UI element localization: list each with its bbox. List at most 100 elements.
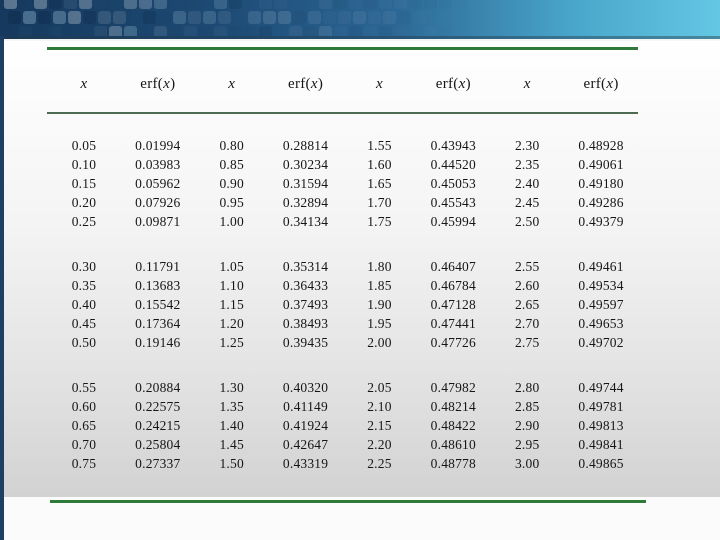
mosaic-tile bbox=[319, 26, 332, 36]
table-cell: 1.65 bbox=[367, 176, 392, 191]
table-cell: 0.25804 bbox=[135, 437, 181, 452]
table-cell: 0.49597 bbox=[578, 297, 624, 312]
table-cell: 1.75 bbox=[367, 214, 392, 229]
mosaic-tile bbox=[23, 11, 36, 24]
header-x: x bbox=[375, 75, 383, 92]
table-cell: 0.28814 bbox=[282, 138, 329, 153]
table-cell: 1.15 bbox=[219, 297, 244, 312]
mosaic-tile bbox=[8, 11, 21, 24]
mosaic-tile bbox=[184, 0, 197, 9]
mosaic-tile bbox=[113, 11, 126, 24]
mosaic-tile bbox=[394, 26, 407, 36]
table-cell: 2.85 bbox=[514, 399, 540, 414]
table-cell: 0.35314 bbox=[282, 259, 329, 274]
table-cell: 0.49813 bbox=[578, 418, 624, 433]
table-cell: 0.45053 bbox=[430, 176, 476, 191]
mosaic-tile bbox=[94, 26, 107, 36]
table-cell: 2.25 bbox=[367, 456, 392, 471]
table-header-rule bbox=[47, 112, 638, 114]
mosaic-tile bbox=[278, 11, 291, 24]
table-cell: 0.95 bbox=[219, 195, 244, 210]
mosaic-tile bbox=[409, 0, 422, 9]
table-cell: 0.49180 bbox=[578, 176, 624, 191]
table-cell: 0.48214 bbox=[430, 399, 476, 414]
table-row: 0.65 0.24215 1.40 0.41924 2.15 0.48422 2.90 0.4… bbox=[47, 416, 638, 435]
table-cell: 0.55 bbox=[71, 380, 97, 395]
mosaic-tile bbox=[38, 11, 51, 24]
table-row: 0.55 0.20884 1.30 0.40320 2.05 0.47982 2.80 0.4… bbox=[47, 378, 638, 397]
table-row: 0.70 0.25804 1.45 0.42647 2.20 0.48610 2.95 0.4… bbox=[47, 435, 638, 454]
mosaic-tile bbox=[248, 11, 261, 24]
table-cell: 0.27337 bbox=[135, 456, 181, 471]
table-row: 0.50 0.19146 1.25 0.39435 2.00 0.47726 2.75 0.4… bbox=[47, 333, 638, 352]
table-cell: 0.24215 bbox=[135, 418, 181, 433]
mosaic-tile bbox=[379, 0, 392, 9]
table-cell: 0.11791 bbox=[135, 259, 181, 274]
mosaic-tile bbox=[244, 26, 257, 36]
table-cell: 0.48928 bbox=[578, 138, 624, 153]
table-cell: 0.49744 bbox=[578, 380, 624, 395]
table-cell: 0.44520 bbox=[430, 157, 476, 172]
mosaic-tile bbox=[109, 0, 122, 9]
table-cell: 0.60 bbox=[71, 399, 97, 414]
mosaic-tile bbox=[68, 11, 81, 24]
table-cell: 2.10 bbox=[367, 399, 392, 414]
mosaic-tile bbox=[364, 0, 377, 9]
table-cell: 0.09871 bbox=[135, 214, 181, 229]
table-row: 0.60 0.22575 1.35 0.41149 2.10 0.48214 2.85 0.4… bbox=[47, 397, 638, 416]
table-cell: 0.41149 bbox=[283, 399, 328, 414]
table-top-rule bbox=[47, 47, 638, 50]
table-cell: 1.85 bbox=[367, 278, 392, 293]
table-cell: 0.17364 bbox=[135, 316, 181, 331]
table-cell: 0.80 bbox=[219, 138, 244, 153]
mosaic-tile bbox=[19, 26, 32, 36]
table-cell: 0.46407 bbox=[430, 259, 476, 274]
mosaic-tile bbox=[94, 0, 107, 9]
table-cell: 2.80 bbox=[514, 380, 540, 395]
mosaic-tile bbox=[274, 0, 287, 9]
table-cell: 0.31594 bbox=[282, 176, 329, 191]
mosaic-tile bbox=[259, 26, 272, 36]
table-row: 0.25 0.09871 1.00 0.34134 1.75 0.45994 2.50 0.4… bbox=[47, 212, 638, 231]
table-cell: 2.35 bbox=[514, 157, 540, 172]
table-row: 0.30 0.11791 1.05 0.35314 1.80 0.46407 2.55 0.4… bbox=[47, 257, 638, 276]
mosaic-tile bbox=[364, 26, 377, 36]
mosaic-tile bbox=[398, 11, 411, 24]
header-erfx: erf(x) bbox=[583, 75, 619, 92]
table-row: 0.20 0.07926 0.95 0.32894 1.70 0.45543 2.45 0.4… bbox=[47, 193, 638, 212]
mosaic-tile bbox=[439, 26, 452, 36]
table-cell: 1.30 bbox=[219, 380, 244, 395]
table-cell: 0.34134 bbox=[282, 214, 329, 229]
table-cell: 2.60 bbox=[514, 278, 540, 293]
slide: x erf(x) x erf(x) x erf(x) x erf(x) 0.05 0.01994… bbox=[0, 0, 720, 540]
mosaic-tile bbox=[4, 0, 17, 9]
table-cell: 2.65 bbox=[514, 297, 540, 312]
mosaic-tile bbox=[379, 26, 392, 36]
mosaic-tile bbox=[229, 26, 242, 36]
mosaic-tile bbox=[409, 26, 422, 36]
mosaic-tile bbox=[383, 11, 396, 24]
table-cell: 2.95 bbox=[514, 437, 540, 452]
table-cell: 1.45 bbox=[219, 437, 244, 452]
mosaic-tile bbox=[424, 0, 437, 9]
table-cell: 0.75 bbox=[71, 456, 97, 471]
mosaic-tile bbox=[229, 0, 242, 9]
mosaic-tile bbox=[424, 26, 437, 36]
table-cell: 0.49841 bbox=[578, 437, 624, 452]
table-cell: 1.35 bbox=[219, 399, 244, 414]
mosaic-tile bbox=[158, 11, 171, 24]
mosaic-tile bbox=[293, 11, 306, 24]
table-row: 0.05 0.01994 0.80 0.28814 1.55 0.43943 2.30 0.4… bbox=[47, 136, 638, 155]
mosaic-tile bbox=[454, 26, 467, 36]
erf-table-body: 0.05 0.01994 0.80 0.28814 1.55 0.43943 2.30 0.4… bbox=[47, 136, 638, 473]
mosaic-tile bbox=[218, 11, 231, 24]
table-cell: 0.25 bbox=[71, 214, 97, 229]
table-cell: 0.30 bbox=[71, 259, 97, 274]
table-cell: 0.15 bbox=[71, 176, 97, 191]
mosaic-tile bbox=[323, 11, 336, 24]
table-cell: 0.13683 bbox=[135, 278, 181, 293]
mosaic-tile bbox=[34, 0, 47, 9]
table-cell: 0.45543 bbox=[430, 195, 476, 210]
table-cell: 1.55 bbox=[367, 138, 392, 153]
table-cell: 0.03983 bbox=[135, 157, 181, 172]
